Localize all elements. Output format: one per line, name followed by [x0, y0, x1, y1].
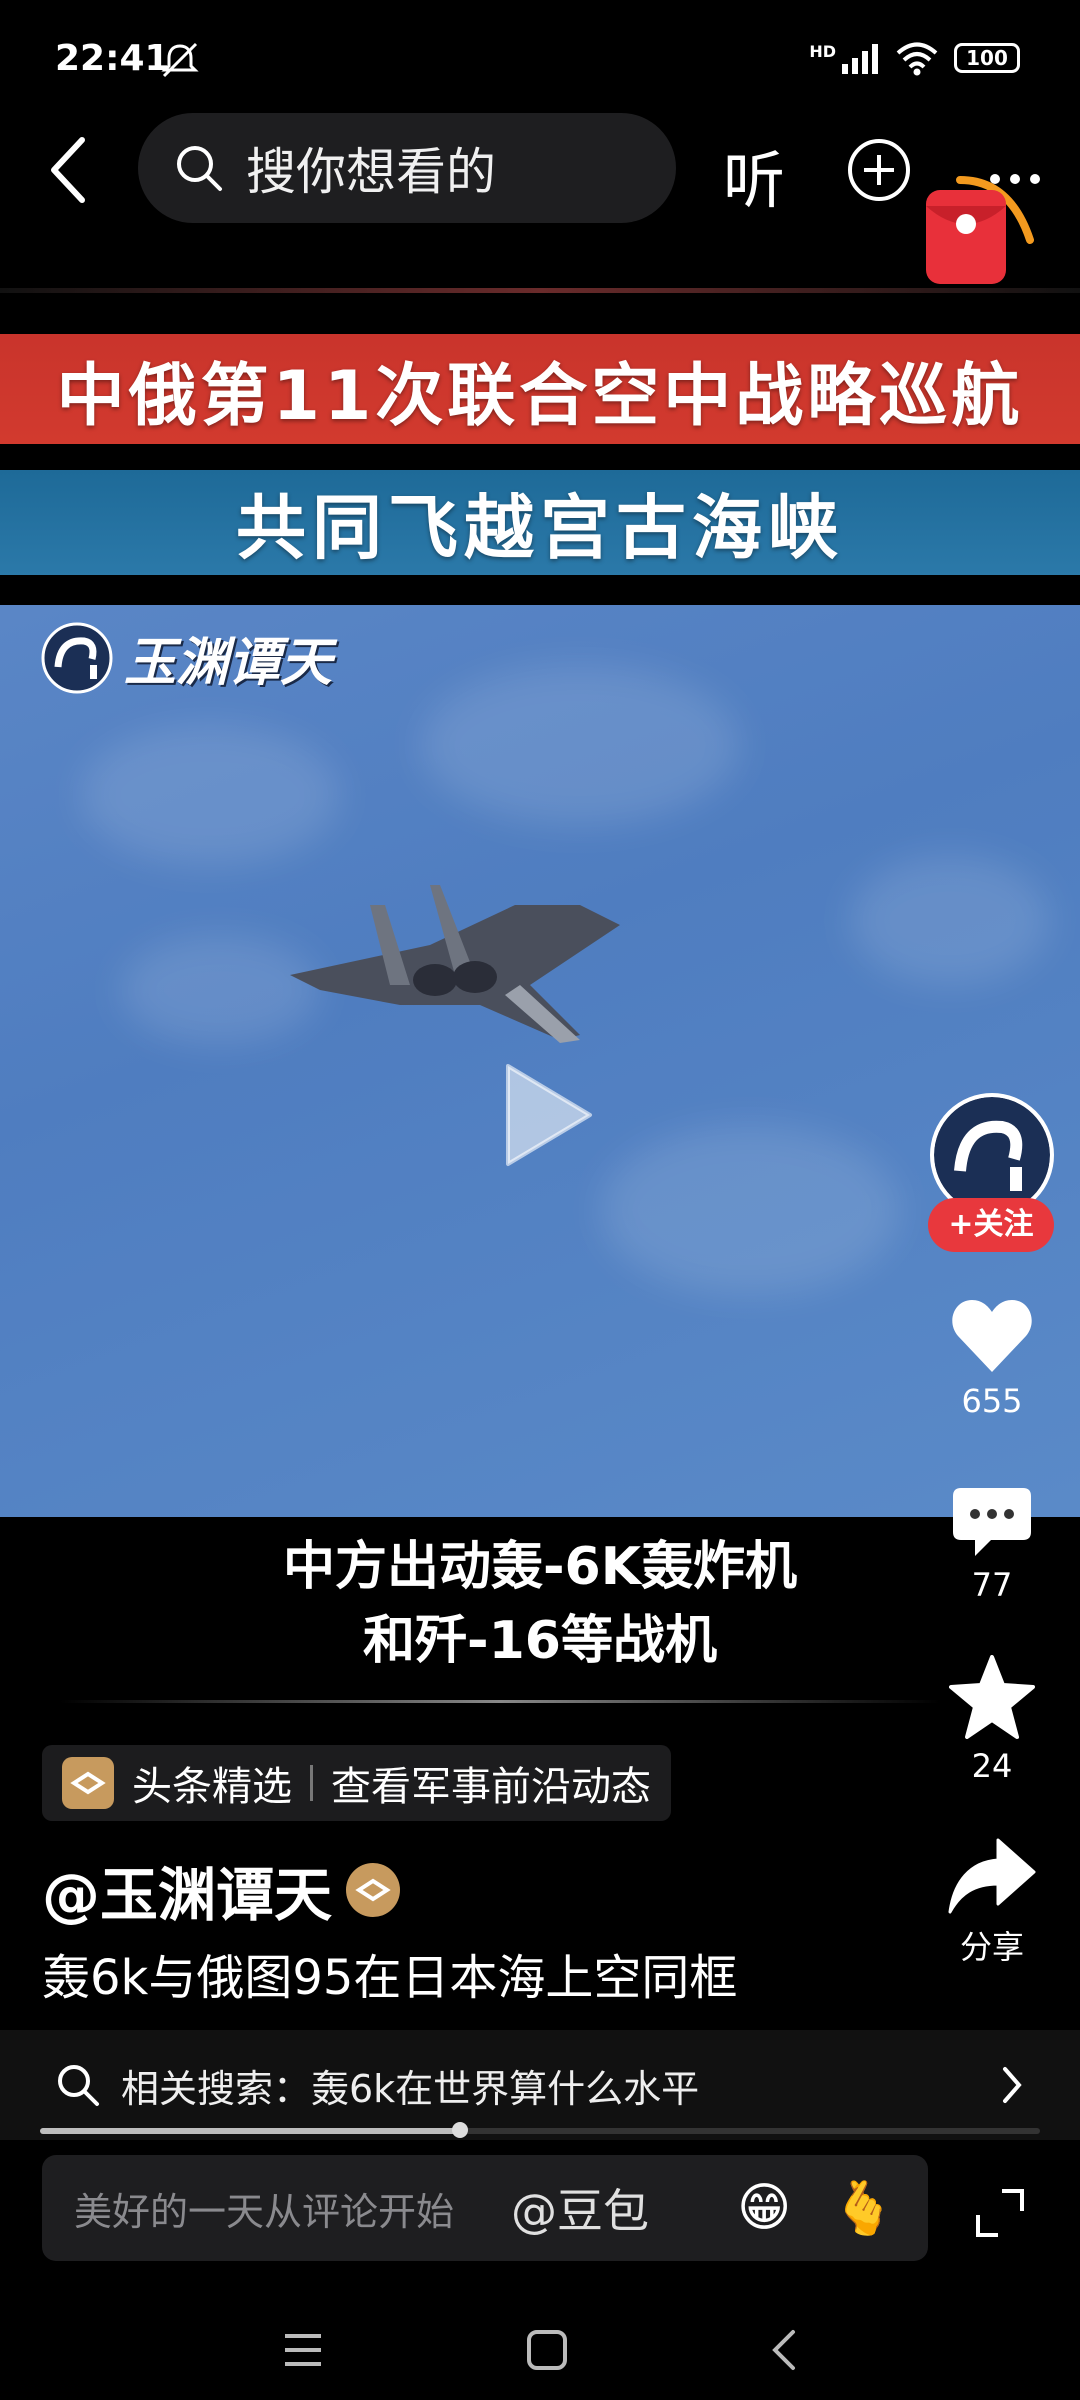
comment-icon [953, 1488, 1031, 1556]
back-nav-icon[interactable] [769, 2328, 799, 2372]
fullscreen-icon[interactable] [972, 2185, 1028, 2241]
share-button[interactable]: 分享 [930, 1838, 1054, 1968]
headline-banner: 中俄第11次联合空中战略巡航 [0, 334, 1080, 444]
like-button[interactable]: 655 [930, 1298, 1054, 1420]
video-progress-handle[interactable] [452, 2122, 468, 2138]
like-count: 655 [961, 1382, 1023, 1420]
caption-line-1: 中方出动轰-6K轰炸机 [282, 1537, 798, 1597]
listen-button[interactable]: 听 [723, 130, 785, 220]
share-label: 分享 [959, 1928, 1024, 1966]
share-icon [948, 1838, 1036, 1914]
favorite-button[interactable]: 24 [930, 1655, 1054, 1785]
caption-line-2: 和歼-16等战机 [363, 1611, 717, 1671]
channel-logo-icon [41, 622, 113, 693]
heart-icon [952, 1300, 1032, 1372]
fighter-jet-image [290, 885, 620, 1043]
back-button[interactable] [40, 130, 100, 210]
video-caption: 中方出动轰-6K轰炸机 和歼-16等战机 [0, 1530, 1080, 1678]
grin-emoji-button[interactable]: 😁 [737, 2178, 791, 2238]
wifi-icon [896, 42, 938, 76]
comment-button[interactable]: 77 [930, 1486, 1054, 1604]
status-indicators: HD 100 [809, 40, 1020, 76]
battery-icon: 100 [954, 43, 1020, 73]
video-title: 轰6k与俄图95在日本海上空同框 [42, 1950, 738, 2006]
video-progress-fill [40, 2128, 460, 2134]
signal-icon [842, 44, 878, 74]
network-label: HD [809, 41, 836, 61]
chevron-right-icon [1003, 2067, 1022, 2103]
caption-divider [60, 1700, 940, 1703]
search-icon [177, 146, 222, 191]
favorite-count: 24 [971, 1747, 1013, 1785]
channel-logo-icon [934, 1097, 1050, 1213]
search-input[interactable]: 搜你想看的 [138, 113, 676, 223]
search-placeholder: 搜你想看的 [246, 143, 496, 201]
related-search[interactable]: 相关搜索：轰6k在世界算什么水平 [0, 2030, 1080, 2140]
source-tag[interactable]: 头条精选 查看军事前沿动态 [42, 1745, 671, 1821]
home-icon[interactable] [525, 2328, 569, 2372]
related-search-text: 相关搜索：轰6k在世界算什么水平 [121, 2066, 700, 2111]
comment-count: 77 [971, 1566, 1013, 1604]
author-name[interactable]: @玉渊谭天 [42, 1848, 401, 1932]
star-icon [949, 1655, 1035, 1739]
mute-icon [161, 42, 199, 78]
comment-input[interactable]: 美好的一天从评论开始 @豆包 😁 🫰 [42, 2155, 928, 2261]
add-button[interactable] [846, 137, 912, 203]
follow-button[interactable]: +关注 [928, 1198, 1054, 1252]
verified-icon [346, 1863, 401, 1917]
system-nav-bar [0, 2300, 1080, 2400]
source-name: 头条精选 [132, 1764, 292, 1810]
toutiao-logo-icon [62, 1757, 114, 1809]
menu-icon[interactable] [281, 2330, 325, 2370]
subheadline-banner: 共同飞越宫古海峡 [0, 470, 1080, 575]
watermark-text: 玉渊谭天 [124, 632, 333, 693]
finger-heart-emoji-button[interactable]: 🫰 [831, 2178, 896, 2239]
channel-watermark: 玉渊谭天 [40, 620, 332, 695]
play-icon[interactable] [500, 1060, 596, 1170]
search-icon [58, 2065, 99, 2106]
status-time: 22:41 [55, 38, 170, 79]
source-action: 查看军事前沿动态 [331, 1764, 651, 1810]
top-divider [0, 288, 1080, 293]
mention-doubao-button[interactable]: @豆包 [511, 2175, 649, 2241]
tag-separator [310, 1765, 313, 1801]
comment-placeholder: 美好的一天从评论开始 [74, 2189, 455, 2234]
author-handle: @玉渊谭天 [42, 1861, 333, 1929]
red-packet-icon[interactable] [920, 150, 1040, 290]
